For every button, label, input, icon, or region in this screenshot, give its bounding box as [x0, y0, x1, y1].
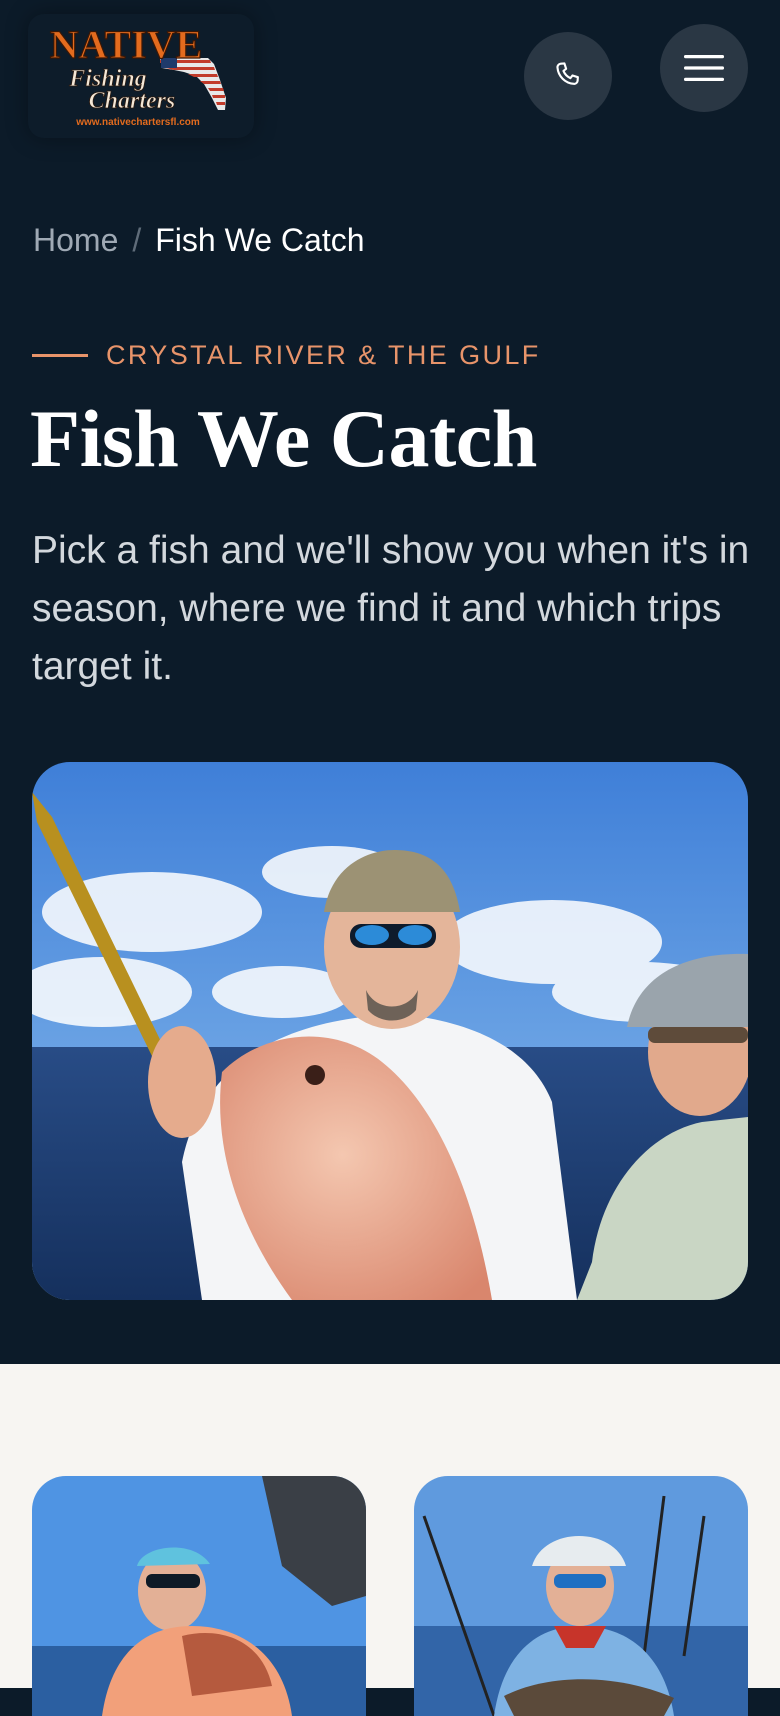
page-title: Fish We Catch: [30, 393, 537, 484]
logo-url-text: www.nativechartersfl.com: [75, 117, 200, 128]
hero-section: NATIVE Fishing Charters www.nativecharte…: [0, 0, 780, 1364]
logo-graphic: NATIVE Fishing Charters www.nativecharte…: [49, 21, 226, 128]
hero-photo: [32, 762, 748, 1300]
fish-card[interactable]: [32, 1476, 366, 1716]
eyebrow: CRYSTAL RIVER & THE GULF: [32, 340, 541, 371]
eyebrow-rule: [32, 354, 88, 357]
breadcrumb: Home / Fish We Catch: [33, 222, 365, 259]
site-logo[interactable]: NATIVE Fishing Charters www.nativecharte…: [28, 14, 254, 138]
angler-with-snapper-photo: [32, 762, 748, 1300]
logo-charters-text: Charters: [89, 88, 176, 114]
breadcrumb-separator: /: [132, 222, 142, 258]
intro-paragraph: Pick a fish and we'll show you when it's…: [32, 529, 750, 688]
menu-button[interactable]: [660, 24, 748, 112]
hamburger-menu-icon: [684, 55, 724, 81]
logo-native-text: NATIVE: [50, 22, 203, 67]
call-button[interactable]: [524, 32, 612, 120]
fish-grid-section: [0, 1364, 780, 1716]
breadcrumb-home-link[interactable]: Home: [33, 222, 118, 259]
breadcrumb-current: Fish We Catch: [155, 222, 365, 258]
fish-card[interactable]: [414, 1476, 748, 1716]
fish-card-photo: [32, 1476, 366, 1716]
fish-card-photo: [414, 1476, 748, 1716]
phone-icon: [556, 62, 579, 85]
eyebrow-text: CRYSTAL RIVER & THE GULF: [106, 340, 541, 370]
